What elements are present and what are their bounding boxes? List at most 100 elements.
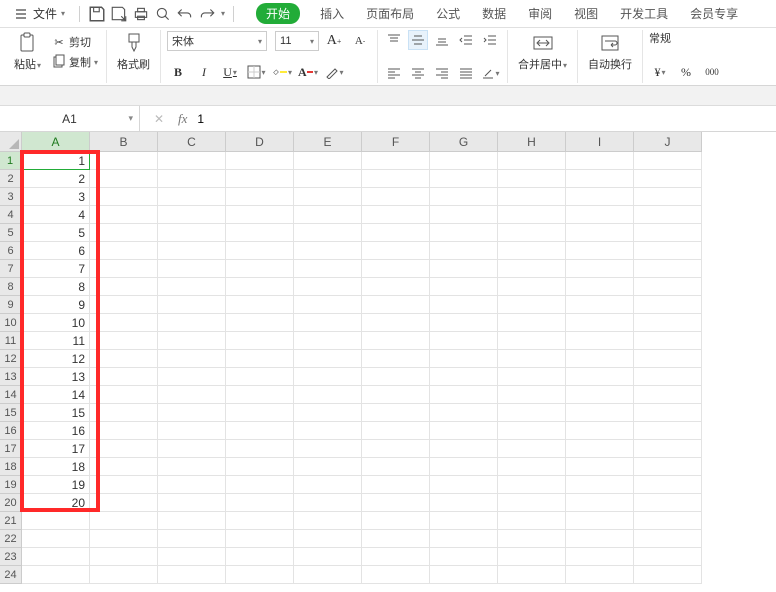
cell-B4[interactable] bbox=[90, 206, 158, 224]
cell-G12[interactable] bbox=[430, 350, 498, 368]
row-header-3[interactable]: 3 bbox=[0, 188, 22, 206]
cell-G9[interactable] bbox=[430, 296, 498, 314]
cell-F18[interactable] bbox=[362, 458, 430, 476]
cell-D1[interactable] bbox=[226, 152, 294, 170]
align-bottom-button[interactable] bbox=[432, 30, 452, 50]
underline-button[interactable]: U▾ bbox=[219, 61, 241, 83]
cell-A1[interactable]: 1 bbox=[22, 152, 90, 170]
cell-C6[interactable] bbox=[158, 242, 226, 260]
cell-C2[interactable] bbox=[158, 170, 226, 188]
cell-J23[interactable] bbox=[634, 548, 702, 566]
cell-G15[interactable] bbox=[430, 404, 498, 422]
cell-D19[interactable] bbox=[226, 476, 294, 494]
cell-J7[interactable] bbox=[634, 260, 702, 278]
tab-视图[interactable]: 视图 bbox=[572, 3, 600, 24]
clear-format-button[interactable]: ▾ bbox=[323, 61, 345, 83]
cell-I16[interactable] bbox=[566, 422, 634, 440]
comma-style-button[interactable]: 000 bbox=[701, 61, 723, 83]
align-right-button[interactable] bbox=[432, 63, 452, 83]
tab-开发工具[interactable]: 开发工具 bbox=[618, 3, 670, 24]
cell-A2[interactable]: 2 bbox=[22, 170, 90, 188]
cell-J13[interactable] bbox=[634, 368, 702, 386]
cell-C9[interactable] bbox=[158, 296, 226, 314]
cell-C24[interactable] bbox=[158, 566, 226, 584]
increase-indent-button[interactable] bbox=[480, 30, 500, 50]
col-header-D[interactable]: D bbox=[226, 132, 294, 152]
cell-G24[interactable] bbox=[430, 566, 498, 584]
font-name-select[interactable]: 宋体▾ bbox=[167, 31, 267, 51]
border-button[interactable]: ▾ bbox=[245, 61, 267, 83]
cell-F5[interactable] bbox=[362, 224, 430, 242]
cell-G23[interactable] bbox=[430, 548, 498, 566]
cell-C19[interactable] bbox=[158, 476, 226, 494]
fill-color-button[interactable]: ▾ bbox=[271, 61, 293, 83]
cell-J2[interactable] bbox=[634, 170, 702, 188]
cell-C20[interactable] bbox=[158, 494, 226, 512]
cell-B8[interactable] bbox=[90, 278, 158, 296]
col-header-E[interactable]: E bbox=[294, 132, 362, 152]
cell-A24[interactable] bbox=[22, 566, 90, 584]
number-format-select[interactable]: 常规 bbox=[649, 30, 671, 46]
cell-D3[interactable] bbox=[226, 188, 294, 206]
cell-E24[interactable] bbox=[294, 566, 362, 584]
cell-F15[interactable] bbox=[362, 404, 430, 422]
cell-I3[interactable] bbox=[566, 188, 634, 206]
wrap-text-button[interactable]: 自动换行 bbox=[584, 30, 636, 74]
cell-B13[interactable] bbox=[90, 368, 158, 386]
chevron-down-icon[interactable]: ▾ bbox=[221, 9, 225, 18]
cell-C4[interactable] bbox=[158, 206, 226, 224]
cell-D16[interactable] bbox=[226, 422, 294, 440]
cell-C10[interactable] bbox=[158, 314, 226, 332]
cell-B18[interactable] bbox=[90, 458, 158, 476]
cell-B9[interactable] bbox=[90, 296, 158, 314]
cell-E7[interactable] bbox=[294, 260, 362, 278]
cell-G17[interactable] bbox=[430, 440, 498, 458]
col-header-I[interactable]: I bbox=[566, 132, 634, 152]
cell-H4[interactable] bbox=[498, 206, 566, 224]
cell-F8[interactable] bbox=[362, 278, 430, 296]
currency-button[interactable]: ¥▾ bbox=[649, 61, 671, 83]
cell-D8[interactable] bbox=[226, 278, 294, 296]
cell-I22[interactable] bbox=[566, 530, 634, 548]
align-top-button[interactable] bbox=[384, 30, 404, 50]
cell-H8[interactable] bbox=[498, 278, 566, 296]
cell-B17[interactable] bbox=[90, 440, 158, 458]
row-header-15[interactable]: 15 bbox=[0, 404, 22, 422]
row-header-8[interactable]: 8 bbox=[0, 278, 22, 296]
save-icon[interactable] bbox=[88, 5, 106, 23]
cell-C11[interactable] bbox=[158, 332, 226, 350]
cell-H22[interactable] bbox=[498, 530, 566, 548]
cell-A10[interactable]: 10 bbox=[22, 314, 90, 332]
cell-A20[interactable]: 20 bbox=[22, 494, 90, 512]
row-header-14[interactable]: 14 bbox=[0, 386, 22, 404]
cell-J20[interactable] bbox=[634, 494, 702, 512]
cell-D12[interactable] bbox=[226, 350, 294, 368]
cell-F11[interactable] bbox=[362, 332, 430, 350]
cell-C14[interactable] bbox=[158, 386, 226, 404]
percent-button[interactable]: % bbox=[675, 61, 697, 83]
cell-C5[interactable] bbox=[158, 224, 226, 242]
cell-A15[interactable]: 15 bbox=[22, 404, 90, 422]
cell-B20[interactable] bbox=[90, 494, 158, 512]
cell-D9[interactable] bbox=[226, 296, 294, 314]
cell-D15[interactable] bbox=[226, 404, 294, 422]
cell-C21[interactable] bbox=[158, 512, 226, 530]
cell-F14[interactable] bbox=[362, 386, 430, 404]
cell-A7[interactable]: 7 bbox=[22, 260, 90, 278]
cell-I5[interactable] bbox=[566, 224, 634, 242]
cell-G3[interactable] bbox=[430, 188, 498, 206]
cell-F19[interactable] bbox=[362, 476, 430, 494]
cell-E10[interactable] bbox=[294, 314, 362, 332]
cell-B21[interactable] bbox=[90, 512, 158, 530]
cell-H17[interactable] bbox=[498, 440, 566, 458]
cell-A8[interactable]: 8 bbox=[22, 278, 90, 296]
cell-A21[interactable] bbox=[22, 512, 90, 530]
cell-C1[interactable] bbox=[158, 152, 226, 170]
cell-I11[interactable] bbox=[566, 332, 634, 350]
print-preview-icon[interactable] bbox=[154, 5, 172, 23]
cell-A16[interactable]: 16 bbox=[22, 422, 90, 440]
cell-I20[interactable] bbox=[566, 494, 634, 512]
cell-H11[interactable] bbox=[498, 332, 566, 350]
cell-I17[interactable] bbox=[566, 440, 634, 458]
cell-B23[interactable] bbox=[90, 548, 158, 566]
